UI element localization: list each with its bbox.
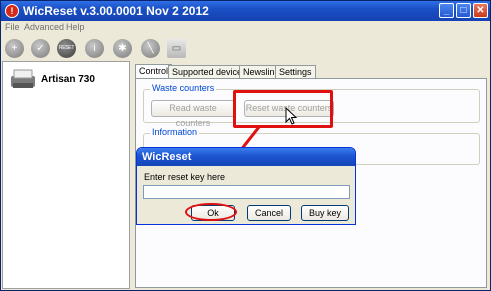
menu-file[interactable]: File bbox=[5, 22, 20, 32]
printer-list[interactable]: Artisan 730 bbox=[2, 61, 130, 289]
dialog-title-bar[interactable]: WicReset bbox=[137, 148, 355, 166]
close-button[interactable]: ✕ bbox=[473, 3, 488, 18]
mouse-cursor-icon bbox=[285, 107, 298, 125]
printer-icon bbox=[11, 69, 35, 88]
cancel-button[interactable]: Cancel bbox=[247, 205, 291, 221]
minimize-button[interactable]: _ bbox=[439, 3, 454, 18]
toolbar: + ✓ RESET i ✱ ╲ ▭ bbox=[1, 35, 490, 61]
tab-settings[interactable]: Settings bbox=[275, 65, 316, 78]
book-icon[interactable]: ▭ bbox=[167, 39, 186, 58]
highlight-ok-ellipse bbox=[185, 203, 237, 221]
info-icon[interactable]: i bbox=[85, 39, 104, 58]
maximize-button[interactable]: □ bbox=[456, 3, 471, 18]
waste-counters-legend: Waste counters bbox=[150, 83, 217, 93]
reset-icon[interactable]: RESET bbox=[57, 39, 76, 58]
plus-icon[interactable]: + bbox=[5, 39, 24, 58]
dialog-title: WicReset bbox=[142, 151, 192, 163]
printer-name: Artisan 730 bbox=[41, 74, 95, 85]
read-waste-counters-button[interactable]: Read waste counters bbox=[151, 100, 235, 128]
reset-key-input[interactable] bbox=[143, 185, 350, 199]
bug-icon[interactable]: ✱ bbox=[113, 39, 132, 58]
menu-help[interactable]: Help bbox=[66, 22, 85, 32]
title-bar[interactable]: ! WicReset v.3.00.0001 Nov 2 2012 _ □ ✕ bbox=[1, 1, 490, 21]
tool-icon[interactable]: ╲ bbox=[141, 39, 160, 58]
tab-control[interactable]: Control bbox=[135, 64, 173, 79]
alert-circle-icon: ! bbox=[5, 4, 19, 18]
check-icon[interactable]: ✓ bbox=[31, 39, 50, 58]
menu-advanced[interactable]: Advanced bbox=[24, 22, 64, 32]
information-legend: Information bbox=[150, 127, 200, 137]
window-title: WicReset v.3.00.0001 Nov 2 2012 bbox=[23, 4, 209, 18]
reset-key-dialog: WicReset Enter reset key here Ok Cancel … bbox=[136, 147, 356, 225]
menu-bar: File Advanced Help bbox=[1, 21, 490, 35]
app-window: ! WicReset v.3.00.0001 Nov 2 2012 _ □ ✕ … bbox=[0, 0, 491, 291]
reset-key-prompt: Enter reset key here bbox=[144, 172, 226, 182]
buy-key-button[interactable]: Buy key bbox=[301, 205, 349, 221]
